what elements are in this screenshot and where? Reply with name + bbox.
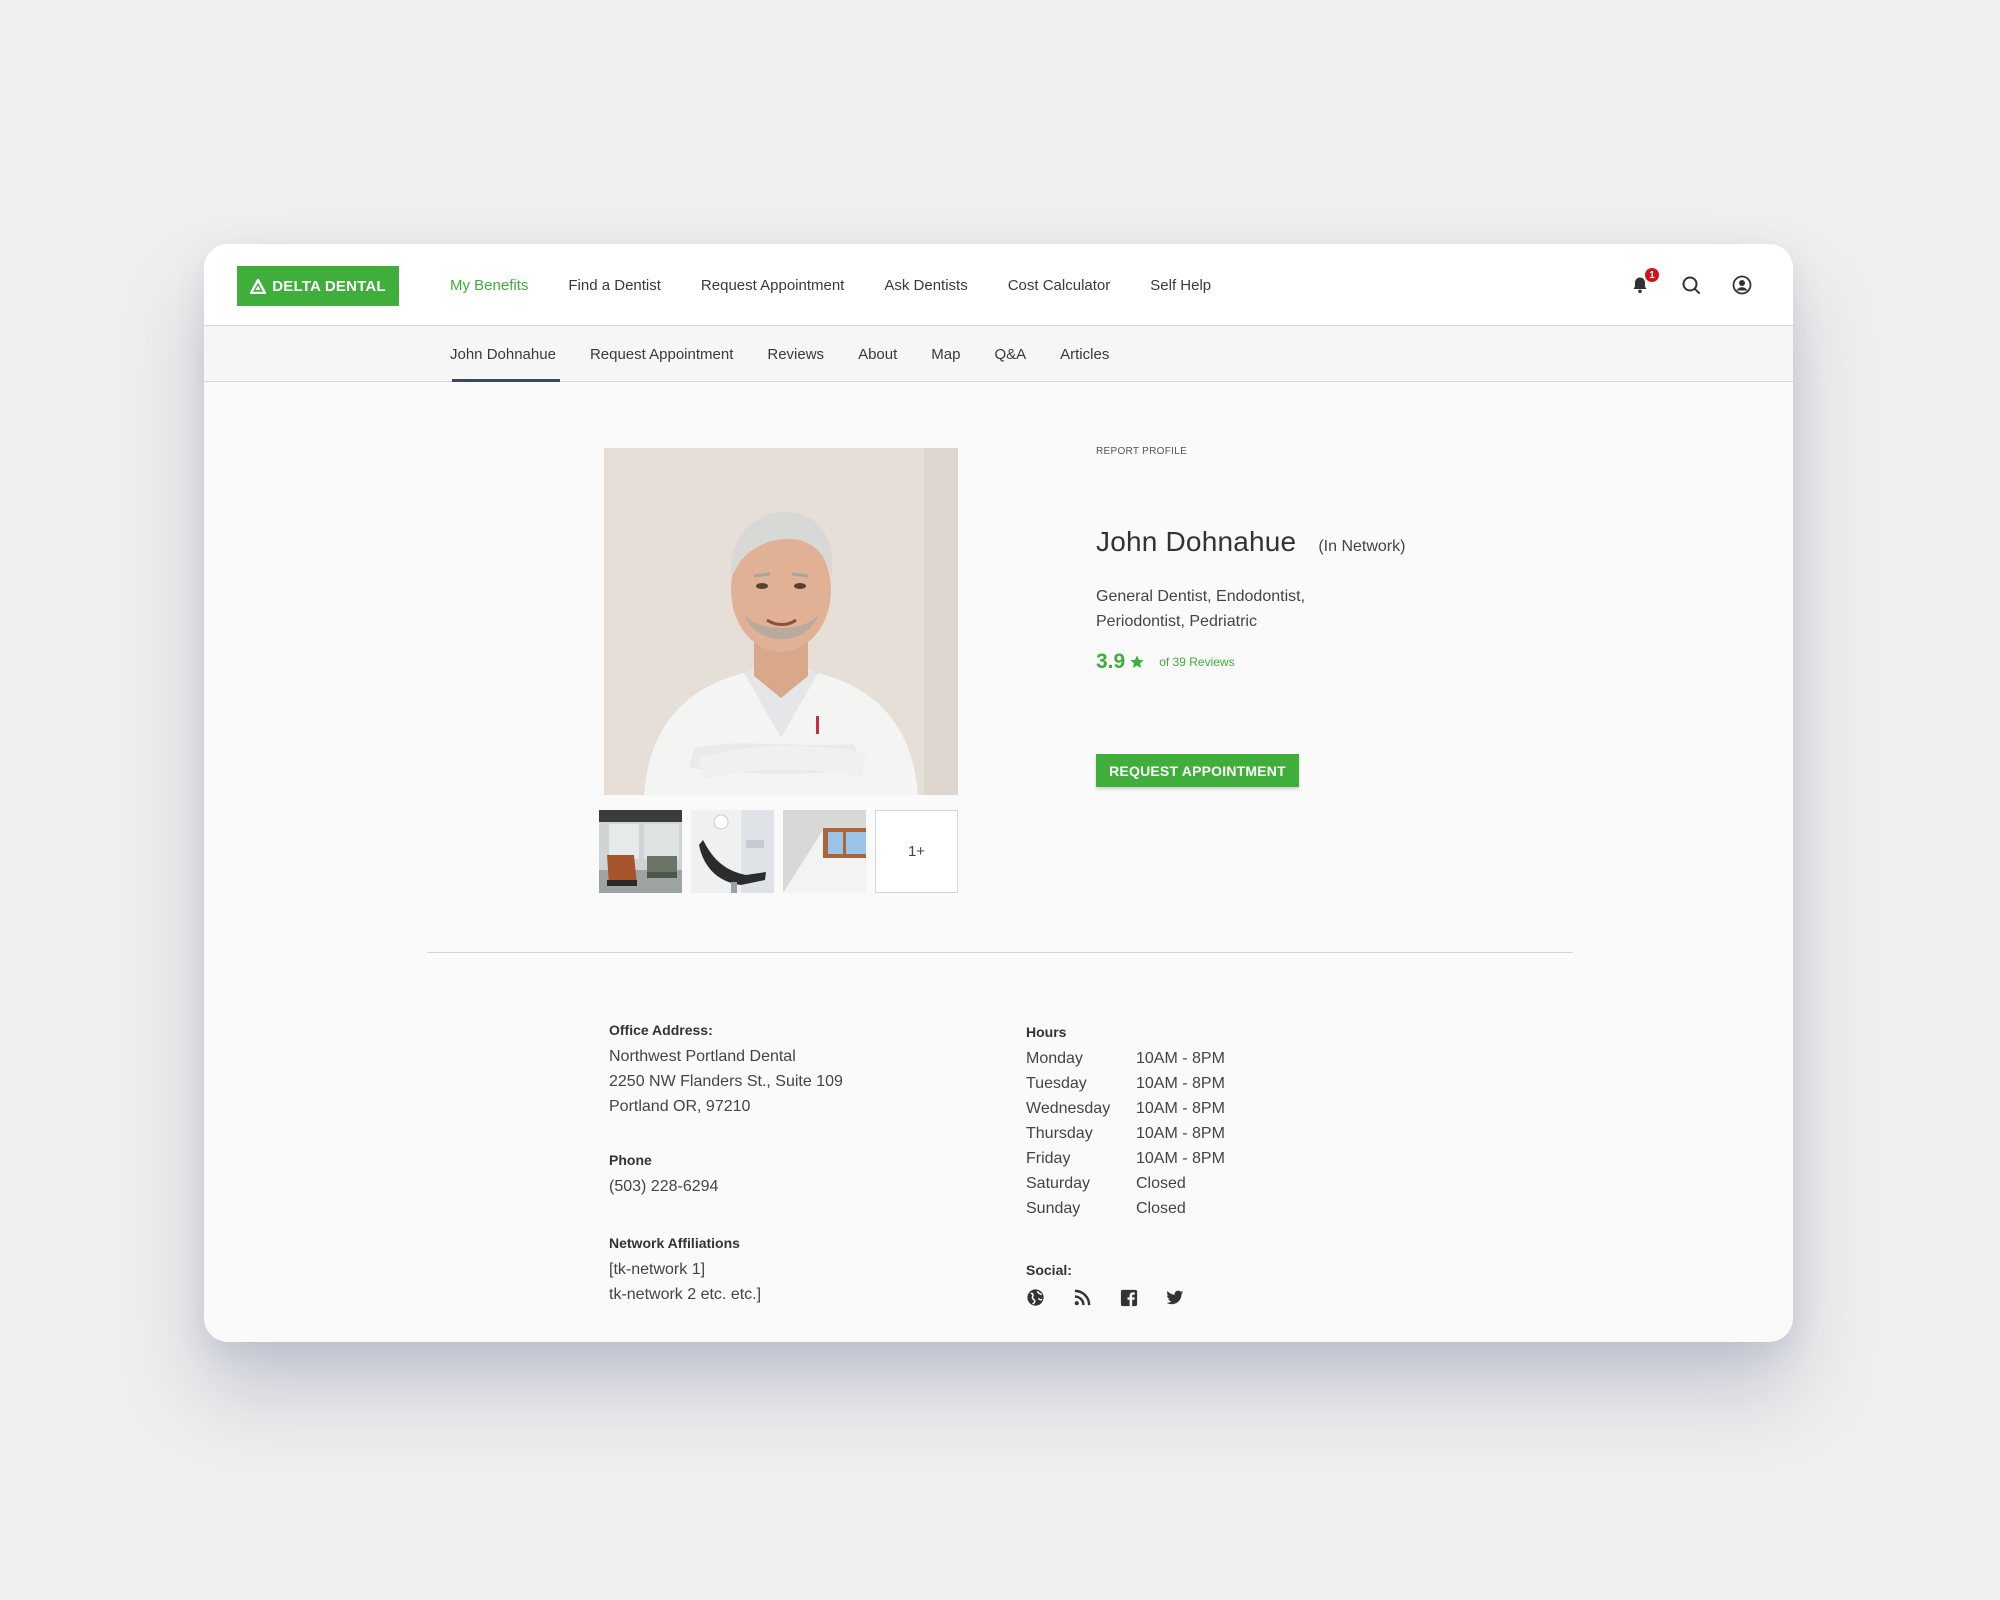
hours-label: Hours <box>1026 1024 1067 1040</box>
hours-row: Friday 10AM - 8PM <box>1026 1146 1225 1171</box>
hours-row: Sunday Closed <box>1026 1196 1225 1221</box>
hours-day: Monday <box>1026 1050 1083 1067</box>
address-line-2: 2250 NW Flanders St., Suite 109 <box>609 1073 843 1090</box>
hours-day: Wednesday <box>1026 1100 1111 1117</box>
nav-find-a-dentist[interactable]: Find a Dentist <box>568 277 661 294</box>
notification-badge: 1 <box>1644 267 1660 283</box>
report-profile-link[interactable]: REPORT PROFILE <box>1096 446 1187 457</box>
address-line-1: Northwest Portland Dental <box>609 1048 796 1065</box>
header-actions: 1 <box>1629 244 1753 326</box>
profile-subnav: John Dohnahue Request Appointment Review… <box>204 326 1793 382</box>
network-line-1: [tk-network 1] <box>609 1261 706 1278</box>
name-row: John Dohnahue (In Network) <box>1096 526 1405 558</box>
app-window: DELTA DENTAL My Benefits Find a Dentist … <box>204 244 1793 1342</box>
social-label: Social: <box>1026 1262 1072 1278</box>
address-line-3: Portland OR, 97210 <box>609 1098 751 1115</box>
hours-day: Thursday <box>1026 1125 1093 1142</box>
thumbnail-dental-chair[interactable] <box>691 810 774 893</box>
tab-qa[interactable]: Q&A <box>994 326 1026 382</box>
nav-cost-calculator[interactable]: Cost Calculator <box>1008 277 1111 294</box>
star-icon <box>1129 654 1145 670</box>
search-button[interactable] <box>1680 274 1702 296</box>
specialties-line-1: General Dentist, Endodontist, <box>1096 588 1306 605</box>
specialties-line-2: Periodontist, Pedriatric <box>1096 613 1257 630</box>
hours-row: Tuesday 10AM - 8PM <box>1026 1071 1225 1096</box>
delta-dental-logo[interactable]: DELTA DENTAL <box>237 266 399 306</box>
waiting-room-image <box>599 810 682 893</box>
hours-time: Closed <box>1136 1175 1186 1192</box>
dentist-portrait-image <box>604 448 958 795</box>
tab-request-appointment[interactable]: Request Appointment <box>590 326 733 382</box>
hours-time: 10AM - 8PM <box>1136 1100 1225 1117</box>
network-status: (In Network) <box>1318 538 1406 555</box>
tab-reviews[interactable]: Reviews <box>767 326 824 382</box>
hours-day: Saturday <box>1026 1175 1091 1192</box>
thumbnail-office-window[interactable] <box>783 810 866 893</box>
dental-chair-image <box>691 810 774 893</box>
globe-icon[interactable] <box>1026 1288 1045 1307</box>
hours-row: Thursday 10AM - 8PM <box>1026 1121 1225 1146</box>
logo-text: DELTA DENTAL <box>272 277 386 295</box>
phone-label: Phone <box>609 1152 652 1168</box>
phone-number[interactable]: (503) 228-6294 <box>609 1174 718 1199</box>
main-nav: My Benefits Find a Dentist Request Appoi… <box>450 244 1251 326</box>
facebook-icon[interactable] <box>1120 1289 1138 1307</box>
tab-articles[interactable]: Articles <box>1060 326 1109 382</box>
social-block: Social: <box>1026 1262 1184 1307</box>
delta-triangle-icon <box>250 278 267 294</box>
section-divider <box>427 952 1573 953</box>
hours-day: Sunday <box>1026 1200 1081 1217</box>
thumbnail-waiting-room[interactable] <box>599 810 682 893</box>
nav-self-help[interactable]: Self Help <box>1150 277 1211 294</box>
photo-thumbnails: 1+ <box>599 810 958 893</box>
hours-row: Wednesday 10AM - 8PM <box>1026 1096 1225 1121</box>
hours-time: Closed <box>1136 1200 1186 1217</box>
office-address-block: Office Address: Northwest Portland Denta… <box>609 1022 843 1119</box>
hours-block: Hours Monday 10AM - 8PM Tuesday 10AM - 8PM… <box>1026 1024 1225 1221</box>
account-button[interactable] <box>1731 274 1753 296</box>
network-affiliations-label: Network Affiliations <box>609 1235 740 1251</box>
network-affiliations-block: Network Affiliations [tk-network 1] tk-n… <box>609 1235 761 1307</box>
more-photos-button[interactable]: 1+ <box>875 810 958 893</box>
hours-time: 10AM - 8PM <box>1136 1075 1225 1092</box>
nav-my-benefits[interactable]: My Benefits <box>450 277 528 294</box>
network-line-2: tk-network 2 etc. etc.] <box>609 1286 762 1303</box>
search-icon <box>1682 276 1700 294</box>
nav-request-appointment[interactable]: Request Appointment <box>701 277 844 294</box>
office-window-image <box>783 810 866 893</box>
tab-map[interactable]: Map <box>931 326 960 382</box>
dentist-name: John Dohnahue <box>1096 526 1297 557</box>
hours-time: 10AM - 8PM <box>1136 1150 1225 1167</box>
hours-time: 10AM - 8PM <box>1136 1125 1225 1142</box>
hours-time: 10AM - 8PM <box>1136 1050 1225 1067</box>
hours-day: Friday <box>1026 1150 1071 1167</box>
rating-row: 3.9 of 39 Reviews <box>1096 650 1235 674</box>
hours-day: Tuesday <box>1026 1075 1087 1092</box>
hours-row: Monday 10AM - 8PM <box>1026 1046 1225 1071</box>
social-icons <box>1026 1288 1184 1307</box>
phone-block: Phone (503) 228-6294 <box>609 1152 718 1199</box>
top-navigation: DELTA DENTAL My Benefits Find a Dentist … <box>204 244 1793 326</box>
specialties: General Dentist, Endodontist, Periodonti… <box>1096 584 1356 634</box>
rss-icon[interactable] <box>1073 1288 1092 1307</box>
nav-ask-dentists[interactable]: Ask Dentists <box>884 277 967 294</box>
notifications-button[interactable]: 1 <box>1629 267 1660 296</box>
reviews-count-link[interactable]: of 39 Reviews <box>1159 655 1234 669</box>
tab-john-dohnahue[interactable]: John Dohnahue <box>450 326 560 382</box>
twitter-icon[interactable] <box>1166 1290 1184 1306</box>
tab-about[interactable]: About <box>858 326 897 382</box>
dentist-profile-photo[interactable] <box>604 448 958 795</box>
account-icon <box>1732 275 1752 295</box>
rating-value: 3.9 <box>1096 650 1126 673</box>
office-address-label: Office Address: <box>609 1022 713 1038</box>
request-appointment-button[interactable]: REQUEST APPOINTMENT <box>1096 754 1299 787</box>
hours-row: Saturday Closed <box>1026 1171 1225 1196</box>
